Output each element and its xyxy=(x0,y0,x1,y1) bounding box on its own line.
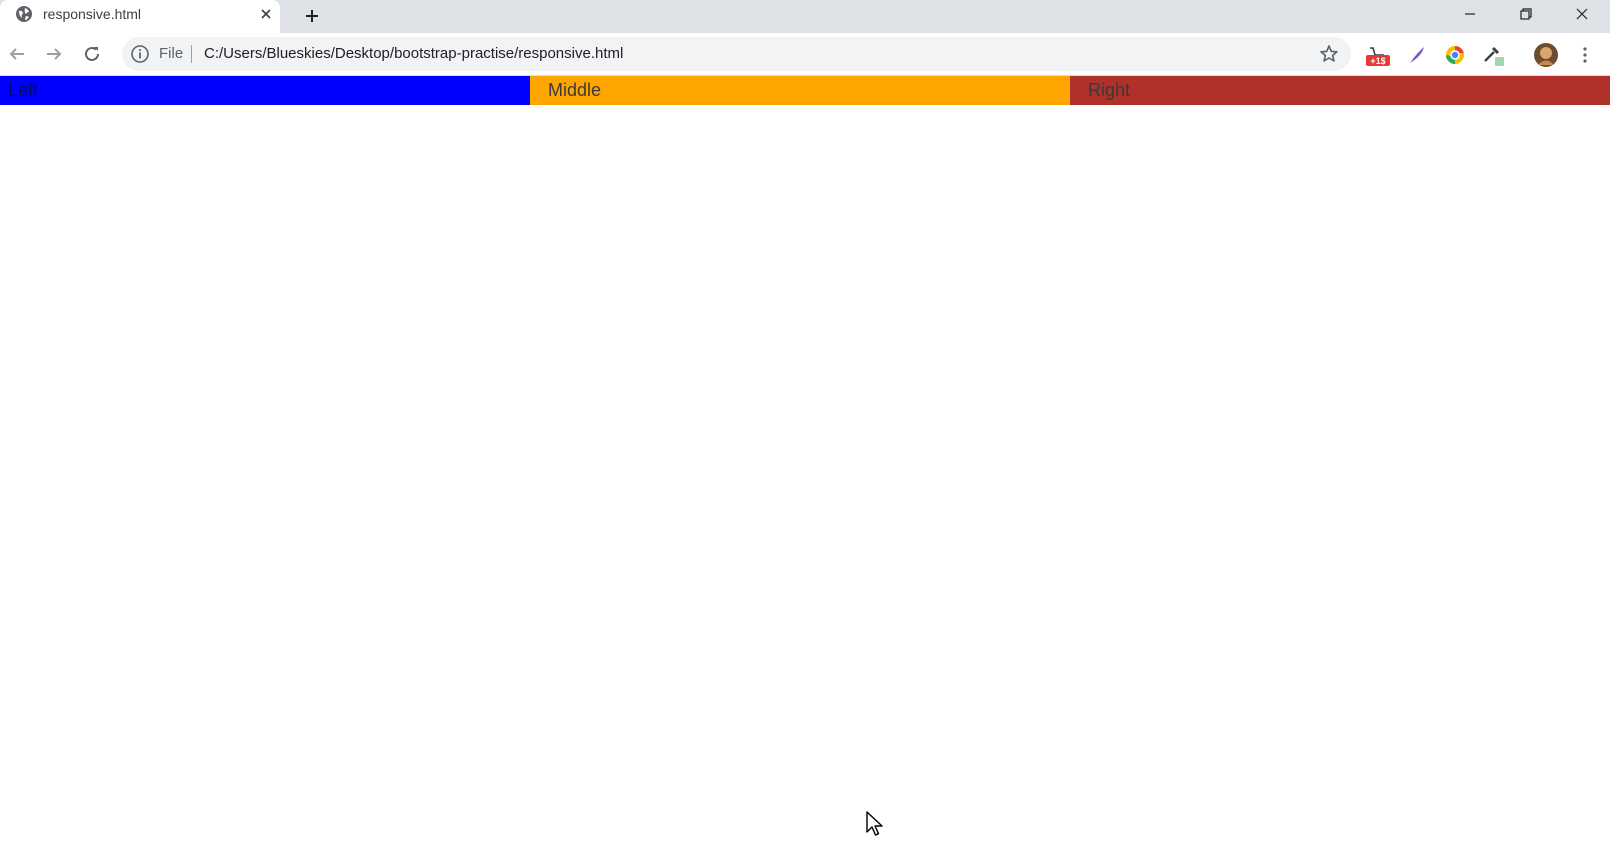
address-bar[interactable]: File C:/Users/Blueskies/Desktop/bootstra… xyxy=(122,37,1351,71)
reload-icon[interactable] xyxy=(79,41,105,67)
column-middle: Middle xyxy=(530,76,1070,105)
tab-strip: responsive.html xyxy=(0,0,1610,33)
close-tab-icon[interactable] xyxy=(256,4,276,24)
chrome-circle-icon[interactable] xyxy=(1442,42,1468,68)
restore-icon[interactable] xyxy=(1503,0,1549,28)
column-right: Right xyxy=(1070,76,1610,105)
star-icon[interactable] xyxy=(1319,44,1339,64)
forward-icon[interactable] xyxy=(41,41,67,67)
new-tab-button[interactable] xyxy=(300,4,324,28)
eyedropper-icon[interactable] xyxy=(1480,42,1506,68)
feather-icon[interactable] xyxy=(1404,42,1430,68)
mouse-cursor-icon xyxy=(865,810,885,838)
minimize-icon[interactable] xyxy=(1447,0,1493,28)
cart-badge-icon[interactable]: +1$ xyxy=(1364,42,1390,68)
column-left: Left xyxy=(0,76,530,105)
svg-text:+1$: +1$ xyxy=(1370,56,1385,66)
url-text[interactable]: C:/Users/Blueskies/Desktop/bootstrap-pra… xyxy=(204,45,623,62)
browser-toolbar: File C:/Users/Blueskies/Desktop/bootstra… xyxy=(0,33,1610,76)
menu-icon[interactable] xyxy=(1575,43,1595,67)
close-window-icon[interactable] xyxy=(1559,0,1605,28)
globe-icon xyxy=(15,5,33,23)
columns-row: Left Middle Right xyxy=(0,76,1610,105)
back-icon[interactable] xyxy=(4,41,30,67)
info-icon[interactable] xyxy=(130,44,150,64)
tab-title: responsive.html xyxy=(43,6,142,22)
scheme-label: File xyxy=(159,45,184,62)
separator xyxy=(191,45,192,63)
browser-tab[interactable]: responsive.html xyxy=(0,0,280,33)
avatar[interactable] xyxy=(1532,41,1560,69)
page-viewport: Left Middle Right xyxy=(0,76,1610,845)
